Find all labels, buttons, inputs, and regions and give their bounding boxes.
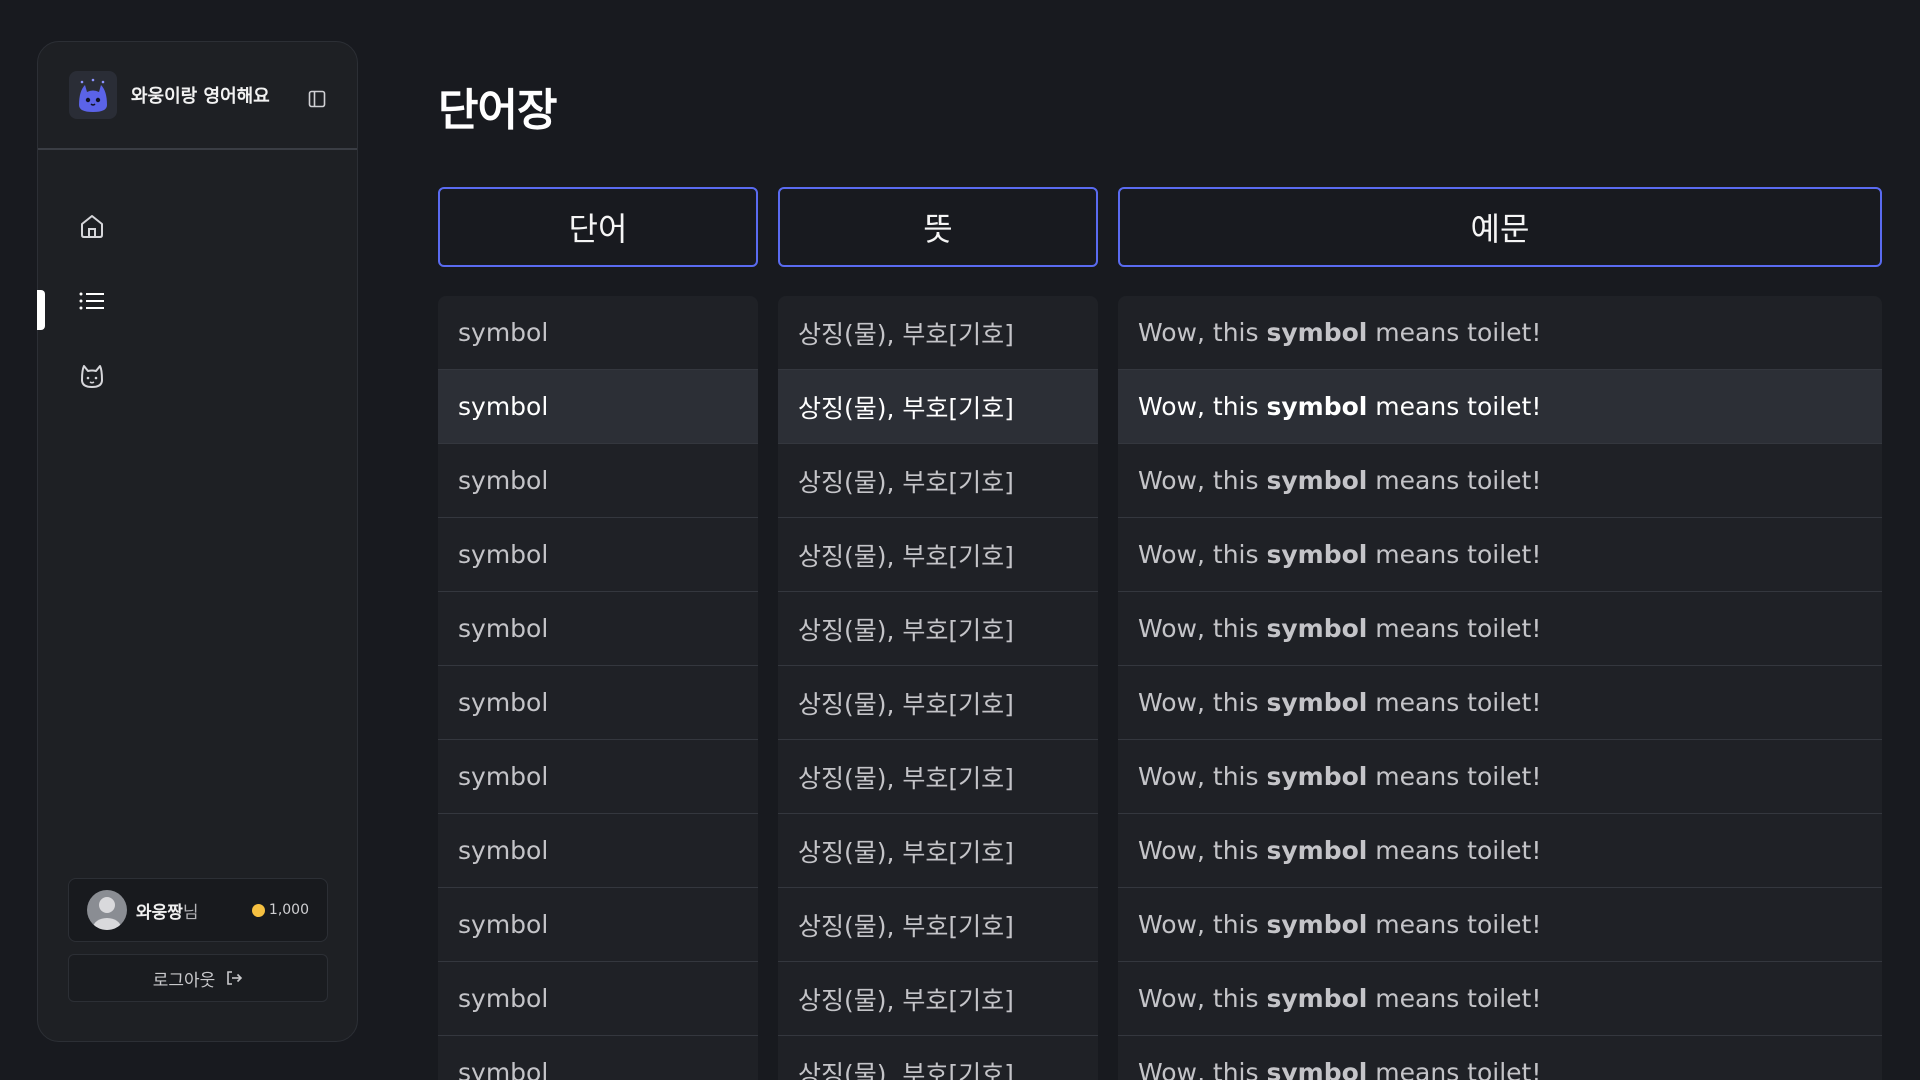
- example-cell[interactable]: Wow, this symbol means toilet!: [1118, 814, 1882, 888]
- word-cell[interactable]: symbol: [438, 1036, 758, 1080]
- example-text: Wow, this: [1138, 688, 1267, 717]
- meaning-cell[interactable]: 상징(물), 부호[기호]: [778, 962, 1098, 1036]
- sidebar-toggle-icon[interactable]: [308, 90, 326, 108]
- logout-icon: [227, 971, 243, 985]
- page-title: 단어장: [438, 85, 557, 136]
- meaning-cell[interactable]: 상징(물), 부호[기호]: [778, 888, 1098, 962]
- example-cell[interactable]: Wow, this symbol means toilet!: [1118, 888, 1882, 962]
- nav-item-home[interactable]: [68, 202, 116, 250]
- meaning-cell[interactable]: 상징(물), 부호[기호]: [778, 296, 1098, 370]
- word-cell[interactable]: symbol: [438, 518, 758, 592]
- example-text: Wow, this: [1138, 910, 1267, 939]
- avatar: [87, 890, 127, 930]
- username-suffix: 님: [182, 902, 199, 923]
- example-keyword: symbol: [1266, 762, 1368, 791]
- logout-label: 로그아웃: [152, 970, 216, 991]
- example-cell[interactable]: Wow, this symbol means toilet!: [1118, 370, 1882, 444]
- example-text: Wow, this: [1138, 466, 1267, 495]
- meaning-cell[interactable]: 상징(물), 부호[기호]: [778, 1036, 1098, 1080]
- example-keyword: symbol: [1266, 1058, 1368, 1080]
- word-cell[interactable]: symbol: [438, 296, 758, 370]
- example-keyword: symbol: [1266, 614, 1368, 643]
- example-column: Wow, this symbol means toilet! Wow, this …: [1118, 296, 1882, 1080]
- example-text: Wow, this: [1138, 836, 1267, 865]
- sidebar: 와웅이랑 영어해요 와웅짱님 1,000 로그아웃: [37, 41, 358, 1042]
- example-text: means toilet!: [1367, 984, 1542, 1013]
- word-cell[interactable]: symbol: [438, 740, 758, 814]
- username: 와웅짱님: [136, 902, 199, 923]
- user-card[interactable]: 와웅짱님 1,000: [68, 878, 328, 942]
- example-cell[interactable]: Wow, this symbol means toilet!: [1118, 518, 1882, 592]
- example-text: Wow, this: [1138, 762, 1267, 791]
- example-text: Wow, this: [1138, 392, 1267, 421]
- example-text: means toilet!: [1367, 614, 1542, 643]
- example-text: means toilet!: [1367, 910, 1542, 939]
- meaning-cell[interactable]: 상징(물), 부호[기호]: [778, 740, 1098, 814]
- example-cell[interactable]: Wow, this symbol means toilet!: [1118, 666, 1882, 740]
- example-keyword: symbol: [1266, 984, 1368, 1013]
- home-icon: [81, 215, 103, 238]
- column-header-meaning[interactable]: 뜻: [778, 187, 1098, 267]
- example-keyword: symbol: [1266, 540, 1368, 569]
- nav-item-wordlist[interactable]: [68, 277, 116, 325]
- coin-icon: [251, 903, 265, 917]
- meaning-cell[interactable]: 상징(물), 부호[기호]: [778, 518, 1098, 592]
- example-text: Wow, this: [1138, 318, 1267, 347]
- column-header-word[interactable]: 단어: [438, 187, 758, 267]
- example-keyword: symbol: [1266, 910, 1368, 939]
- example-text: Wow, this: [1138, 614, 1267, 643]
- example-text: Wow, this: [1138, 1058, 1267, 1080]
- word-cell[interactable]: symbol: [438, 370, 758, 444]
- example-text: Wow, this: [1138, 540, 1267, 569]
- example-text: means toilet!: [1367, 688, 1542, 717]
- example-cell[interactable]: Wow, this symbol means toilet!: [1118, 740, 1882, 814]
- example-text: means toilet!: [1367, 392, 1542, 421]
- example-cell[interactable]: Wow, this symbol means toilet!: [1118, 962, 1882, 1036]
- example-keyword: symbol: [1266, 466, 1368, 495]
- coin-amount: 1,000: [268, 902, 309, 918]
- word-cell[interactable]: symbol: [438, 962, 758, 1036]
- meaning-cell[interactable]: 상징(물), 부호[기호]: [778, 370, 1098, 444]
- app-name: 와웅이랑 영어해요: [131, 86, 270, 107]
- meaning-cell[interactable]: 상징(물), 부호[기호]: [778, 666, 1098, 740]
- word-column: symbol symbol symbol symbol symbol symbol symb…: [438, 296, 758, 1080]
- example-keyword: symbol: [1266, 318, 1368, 347]
- nav-item-character[interactable]: [68, 352, 116, 400]
- example-cell[interactable]: Wow, this symbol means toilet!: [1118, 444, 1882, 518]
- example-text: Wow, this: [1138, 984, 1267, 1013]
- sidebar-nav: [38, 202, 357, 400]
- example-text: means toilet!: [1367, 466, 1542, 495]
- meaning-cell[interactable]: 상징(물), 부호[기호]: [778, 814, 1098, 888]
- meaning-column: 상징(물), 부호[기호] 상징(물), 부호[기호] 상징(물), 부호[기호] 상…: [778, 296, 1098, 1080]
- sidebar-header: 와웅이랑 영어해요: [38, 42, 357, 150]
- coin-balance: 1,000: [251, 902, 309, 918]
- example-text: means toilet!: [1367, 540, 1542, 569]
- example-text: means toilet!: [1367, 1058, 1542, 1080]
- example-cell[interactable]: Wow, this symbol means toilet!: [1118, 592, 1882, 666]
- app-logo[interactable]: [69, 71, 117, 119]
- example-text: means toilet!: [1367, 836, 1542, 865]
- example-text: means toilet!: [1367, 762, 1542, 791]
- cat-mascot-icon: [79, 78, 107, 112]
- word-cell[interactable]: symbol: [438, 814, 758, 888]
- example-keyword: symbol: [1266, 688, 1368, 717]
- example-keyword: symbol: [1266, 836, 1368, 865]
- word-cell[interactable]: symbol: [438, 888, 758, 962]
- example-cell[interactable]: Wow, this symbol means toilet!: [1118, 1036, 1882, 1080]
- word-cell[interactable]: symbol: [438, 666, 758, 740]
- word-cell[interactable]: symbol: [438, 592, 758, 666]
- word-cell[interactable]: symbol: [438, 444, 758, 518]
- meaning-cell[interactable]: 상징(물), 부호[기호]: [778, 592, 1098, 666]
- list-icon: [79, 292, 104, 310]
- cat-icon: [81, 365, 103, 388]
- column-header-example[interactable]: 예문: [1118, 187, 1882, 267]
- logout-button[interactable]: 로그아웃: [68, 954, 328, 1002]
- example-text: means toilet!: [1367, 318, 1542, 347]
- example-keyword: symbol: [1266, 392, 1368, 421]
- meaning-cell[interactable]: 상징(물), 부호[기호]: [778, 444, 1098, 518]
- example-cell[interactable]: Wow, this symbol means toilet!: [1118, 296, 1882, 370]
